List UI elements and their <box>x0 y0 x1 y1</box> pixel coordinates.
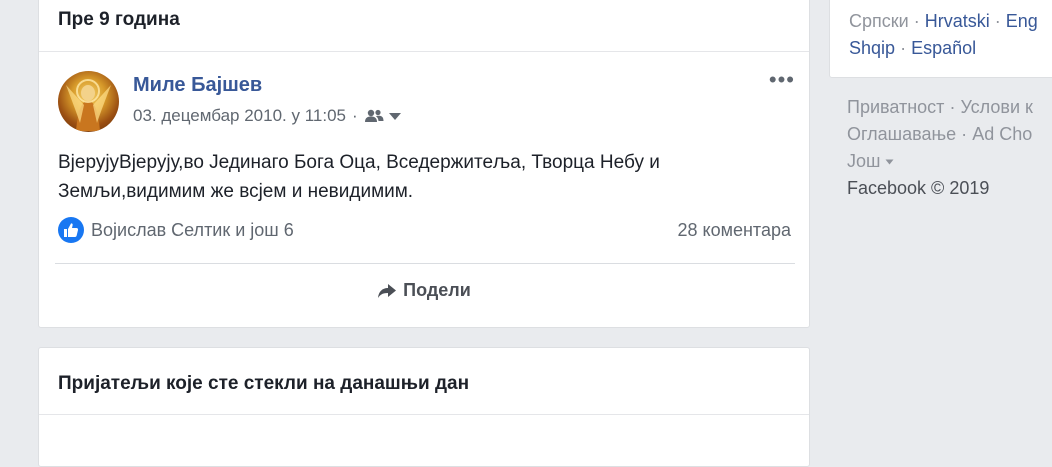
post-card: Пре 9 година Миле Бајшев 03. децембар 20… <box>38 0 810 328</box>
audience-selector[interactable] <box>364 109 402 123</box>
language-separator: · <box>994 11 1001 31</box>
dropdown-caret-icon <box>388 113 401 120</box>
footer-separator: · <box>949 97 956 117</box>
footer-link-ad-choices[interactable]: Ad Cho <box>972 124 1032 144</box>
language-separator: · <box>900 38 907 58</box>
language-link-espanol[interactable]: Español <box>911 38 976 58</box>
post-date[interactable]: 03. децембар 2010. у 11:05 <box>133 106 346 126</box>
post: Миле Бајшев 03. децембар 2010. у 11:05 ·… <box>39 52 809 328</box>
comments-count-link[interactable]: 28 коментара <box>677 220 791 241</box>
meta-separator: · <box>351 106 358 125</box>
avatar-image <box>66 79 111 131</box>
post-text: ВјерујуВјерују,во Јединаго Бога Оца, Все… <box>58 148 778 206</box>
chevron-down-icon <box>885 159 894 165</box>
language-list: Српски · Hrvatski · Eng Shqip · Español <box>849 8 1038 62</box>
friends-card: Пријатељи које сте стекли на данашњи дан <box>38 347 810 467</box>
language-link-english[interactable]: Eng <box>1006 11 1038 31</box>
language-link-shqip[interactable]: Shqip <box>849 38 895 58</box>
language-box: Српски · Hrvatski · Eng Shqip · Español <box>829 0 1052 78</box>
share-button[interactable]: Подели <box>39 280 809 301</box>
reactions-summary[interactable]: Војислав Селтик и још 6 <box>58 217 294 243</box>
footer-separator: · <box>961 124 968 144</box>
author-avatar[interactable] <box>58 71 119 132</box>
friends-card-title: Пријатељи које сте стекли на данашњи дан <box>58 373 470 394</box>
actions-divider <box>55 263 795 264</box>
memory-header-title: Пре 9 година <box>58 9 180 30</box>
post-text-line: Земљи,видимим же всјем и невидимим. <box>58 181 414 202</box>
post-text-line: ВјерујуВјерују,во Јединаго Бога Оца, Все… <box>58 152 660 173</box>
post-meta: 03. децембар 2010. у 11:05 · <box>133 106 402 126</box>
reactions-text[interactable]: Војислав Селтик и још 6 <box>91 220 294 241</box>
footer-link-privacy[interactable]: Приватност <box>847 97 944 117</box>
copyright: Facebook © 2019 <box>847 178 990 198</box>
language-current: Српски <box>849 11 909 31</box>
more-options-icon[interactable]: ••• <box>769 69 795 91</box>
language-link-hrvatski[interactable]: Hrvatski <box>925 11 990 31</box>
friends-audience-icon <box>364 109 384 122</box>
friends-card-header: Пријатељи које сте стекли на данашњи дан <box>39 348 809 415</box>
author-name-link[interactable]: Миле Бајшев <box>133 74 262 97</box>
footer-links: Приватност · Услови к Оглашавање · Ad Ch… <box>847 94 1052 202</box>
share-arrow-icon <box>378 283 397 298</box>
memory-header: Пре 9 година <box>39 0 809 52</box>
footer-link-ads[interactable]: Оглашавање <box>847 124 956 144</box>
share-label: Подели <box>403 280 471 300</box>
footer-more-label: Још <box>847 151 881 171</box>
like-icon <box>58 217 84 243</box>
language-separator: · <box>913 11 920 31</box>
footer-link-terms[interactable]: Услови к <box>960 97 1032 117</box>
footer-link-more[interactable]: Још <box>847 151 894 171</box>
